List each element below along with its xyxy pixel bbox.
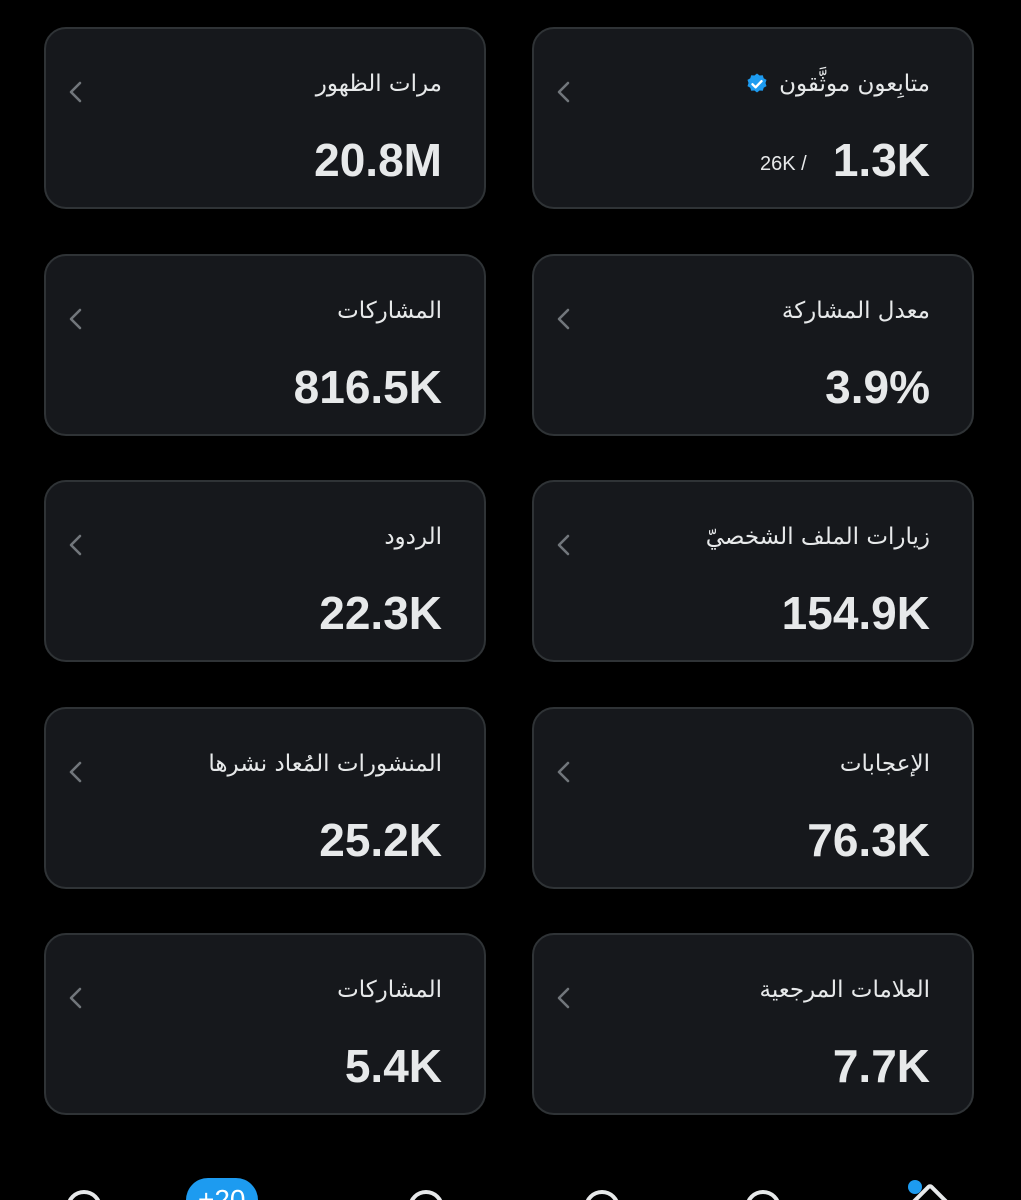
stat-label-text: العلامات المرجعية: [759, 977, 930, 1003]
stat-label: الإعجابات: [840, 751, 930, 777]
bottom-navigation-bar: +20: [0, 1160, 1021, 1200]
stat-value: 25.2K: [319, 814, 442, 866]
stat-label-text: الردود: [384, 524, 442, 550]
chevron-left-icon: [554, 79, 574, 105]
stat-sub-total: 26K /: [760, 153, 807, 175]
stat-label-text: الإعجابات: [839, 751, 930, 777]
stat-value: 816.5K: [293, 361, 442, 413]
chevron-left-icon: [554, 759, 574, 785]
stat-value: 7.7K: [832, 1040, 930, 1092]
stat-label: مرات الظهور: [316, 71, 442, 97]
chevron-left-icon: [66, 985, 86, 1011]
stat-label: الردود: [384, 524, 442, 550]
stat-value: 3.9%: [825, 361, 930, 413]
chevron-left-icon: [554, 985, 574, 1011]
stat-card-impressions[interactable]: مرات الظهور 20.8M: [44, 27, 486, 209]
chevron-left-icon: [66, 532, 86, 558]
stat-label: متابِعون موثَّقون: [745, 71, 930, 97]
stat-value: 20.8M: [314, 134, 442, 186]
chevron-left-icon: [66, 79, 86, 105]
notification-count-badge[interactable]: +20: [186, 1178, 258, 1200]
chevron-left-icon: [554, 306, 574, 332]
stat-card-reposts[interactable]: المنشورات المُعاد نشرها 25.2K: [44, 707, 486, 889]
stat-label: المنشورات المُعاد نشرها: [208, 751, 442, 777]
stat-value: 1.3K: [832, 134, 930, 186]
stat-value: 76.3K: [807, 814, 930, 866]
chevron-left-icon: [554, 532, 574, 558]
nav-icon-people[interactable]: [584, 1190, 620, 1200]
stat-label-text: زيارات الملف الشخصيّ: [705, 524, 930, 550]
stat-label: المشاركات: [337, 977, 442, 1003]
nav-icon-center-right[interactable]: [745, 1190, 781, 1200]
stat-label-text: المشاركات: [337, 977, 442, 1003]
stat-card-replies[interactable]: الردود 22.3K: [44, 480, 486, 662]
nav-icon-center-left[interactable]: [408, 1190, 444, 1200]
stat-card-engagements[interactable]: المشاركات 816.5K: [44, 254, 486, 436]
stat-label-text: مرات الظهور: [315, 71, 442, 97]
stat-label-text: متابِعون موثَّقون: [779, 71, 930, 97]
stat-label: زيارات الملف الشخصيّ: [706, 524, 930, 550]
stat-value: 5.4K: [344, 1040, 442, 1092]
chevron-left-icon: [66, 759, 86, 785]
verified-badge-icon: [745, 72, 769, 96]
stat-label: المشاركات: [337, 298, 442, 324]
stat-card-verified-followers[interactable]: متابِعون موثَّقون 1.3K 26K /: [532, 27, 974, 209]
nav-icon-left[interactable]: [66, 1190, 102, 1200]
stat-label-text: المنشورات المُعاد نشرها: [208, 751, 442, 777]
stat-value: 154.9K: [781, 587, 930, 639]
stat-label: العلامات المرجعية: [760, 977, 930, 1003]
stat-card-bookmarks[interactable]: العلامات المرجعية 7.7K: [532, 933, 974, 1115]
stat-card-shares[interactable]: المشاركات 5.4K: [44, 933, 486, 1115]
stat-label-text: المشاركات: [337, 298, 442, 324]
chevron-left-icon: [66, 306, 86, 332]
stat-label-text: معدل المشاركة: [781, 298, 930, 324]
stat-card-engagement-rate[interactable]: معدل المشاركة 3.9%: [532, 254, 974, 436]
stat-label: معدل المشاركة: [782, 298, 930, 324]
stat-value: 22.3K: [319, 587, 442, 639]
stat-card-profile-visits[interactable]: زيارات الملف الشخصيّ 154.9K: [532, 480, 974, 662]
stat-card-likes[interactable]: الإعجابات 76.3K: [532, 707, 974, 889]
